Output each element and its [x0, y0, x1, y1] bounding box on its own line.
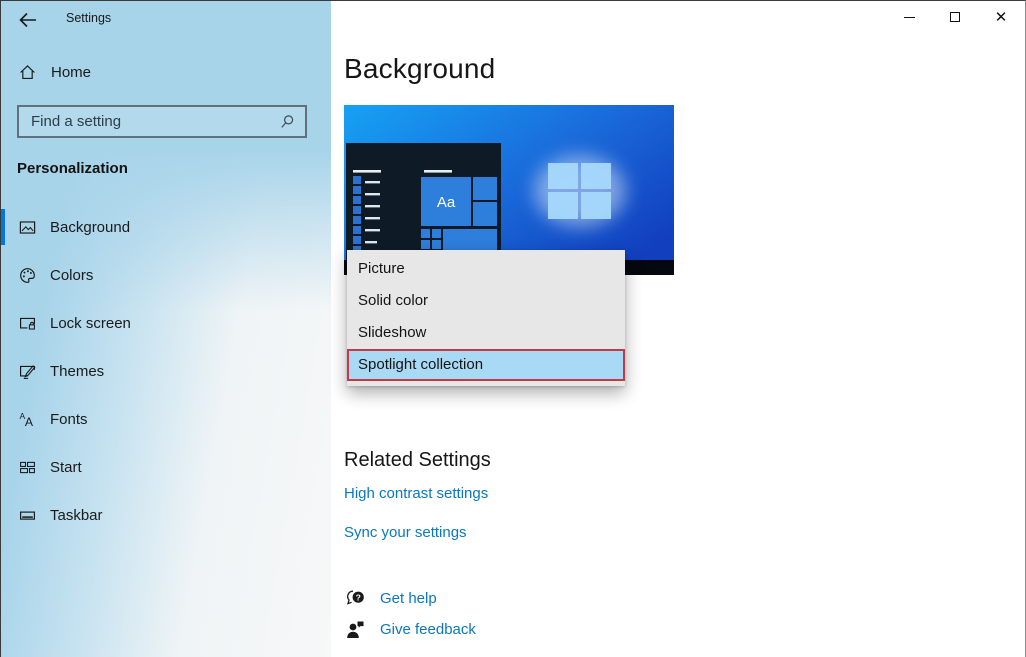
app-title: Settings [66, 11, 112, 25]
sidebar-nav: Background Colors Lock screen Themes A A… [1, 209, 331, 545]
themes-icon [20, 364, 36, 379]
high-contrast-settings-link[interactable]: High contrast settings [344, 485, 488, 502]
sidebar: Settings Home Personalization Background [1, 1, 331, 657]
taskbar-icon [20, 511, 35, 520]
background-type-dropdown: Picture Solid color Slideshow Spotlight … [347, 250, 625, 386]
nav-label: Lock screen [50, 314, 131, 332]
settings-window: Settings Home Personalization Background [0, 0, 1026, 657]
nav-label: Taskbar [50, 506, 103, 524]
sidebar-item-start[interactable]: Start [1, 449, 331, 485]
search-box [17, 105, 307, 138]
sidebar-item-taskbar[interactable]: Taskbar [1, 497, 331, 533]
sync-your-settings-link[interactable]: Sync your settings [344, 524, 467, 541]
sidebar-item-background[interactable]: Background [1, 209, 331, 245]
start-tiles-icon [20, 461, 35, 473]
dropdown-option-solid-color[interactable]: Solid color [347, 285, 625, 317]
close-icon: ✕ [994, 7, 1008, 26]
maximize-button[interactable] [932, 1, 978, 33]
chat-question-icon: ? [347, 590, 364, 605]
dropdown-option-spotlight-collection[interactable]: Spotlight collection [347, 349, 625, 381]
nav-label: Background [50, 218, 131, 236]
nav-label: Fonts [50, 410, 88, 428]
page-title: Background [344, 53, 496, 84]
window-controls: ✕ [886, 1, 1024, 33]
minimize-icon [903, 16, 915, 18]
search-icon [281, 114, 294, 128]
maximize-icon [950, 12, 960, 22]
dropdown-option-picture[interactable]: Picture [347, 253, 625, 285]
sidebar-item-home[interactable]: Home [19, 64, 91, 81]
section-label: Personalization [17, 160, 128, 177]
background-image-icon [19, 220, 36, 234]
get-help-link[interactable]: ? Get help [345, 588, 437, 609]
sidebar-item-fonts[interactable]: A A Fonts [1, 401, 331, 437]
back-button[interactable] [17, 9, 39, 31]
sidebar-item-colors[interactable]: Colors [1, 257, 331, 293]
search-input[interactable] [19, 113, 279, 130]
palette-icon [20, 267, 35, 283]
start-menu-preview: Aa [346, 143, 501, 261]
nav-label: Start [50, 458, 82, 476]
related-settings-heading: Related Settings [344, 449, 491, 471]
sidebar-item-themes[interactable]: Themes [1, 353, 331, 389]
person-feedback-icon [347, 621, 364, 638]
get-help-label: Get help [380, 590, 437, 607]
give-feedback-link[interactable]: Give feedback [345, 619, 476, 640]
minimize-button[interactable] [886, 1, 932, 33]
dropdown-option-slideshow[interactable]: Slideshow [347, 317, 625, 349]
home-icon [20, 65, 35, 80]
lock-screen-icon [20, 317, 35, 330]
svg-text:?: ? [356, 592, 361, 602]
back-arrow-icon [19, 12, 36, 28]
svg-text:A: A [25, 414, 34, 427]
fonts-icon: A A [20, 411, 34, 428]
home-label: Home [51, 64, 92, 81]
nav-label: Themes [50, 362, 105, 380]
nav-label: Colors [50, 266, 94, 284]
give-feedback-label: Give feedback [380, 621, 476, 638]
aa-tile-label: Aa [437, 194, 456, 211]
close-button[interactable]: ✕ [978, 1, 1024, 33]
logo-glow [534, 155, 626, 227]
sidebar-item-lock-screen[interactable]: Lock screen [1, 305, 331, 341]
